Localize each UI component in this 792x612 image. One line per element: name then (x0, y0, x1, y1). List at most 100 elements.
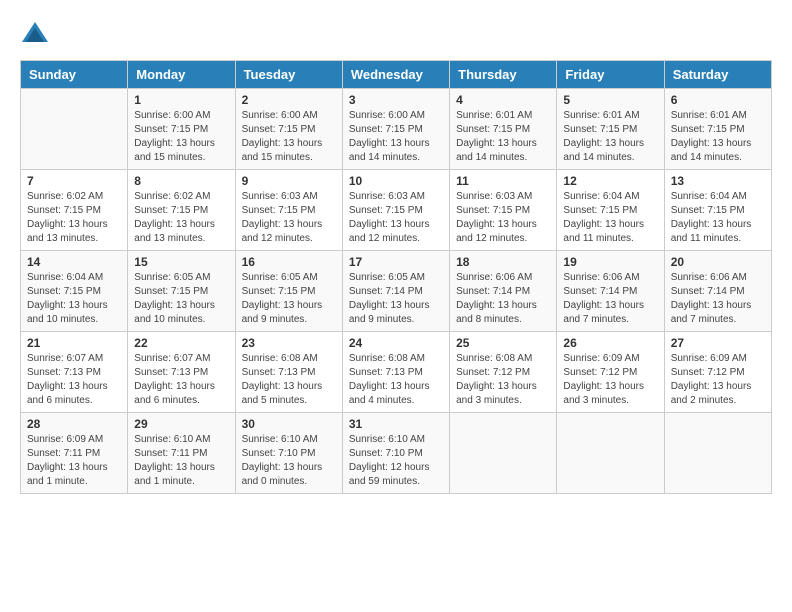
day-number: 1 (134, 93, 228, 107)
day-number: 14 (27, 255, 121, 269)
day-number: 23 (242, 336, 336, 350)
day-info: Sunrise: 6:06 AM Sunset: 7:14 PM Dayligh… (456, 271, 550, 327)
calendar-cell: 12 Sunrise: 6:04 AM Sunset: 7:15 PM Dayli… (557, 170, 664, 251)
calendar-cell: 28Sunrise: 6:09 AM Sunset: 7:11 PM Dayli… (21, 413, 128, 494)
day-info: Sunrise: 6:09 AM Sunset: 7:12 PM Dayligh… (671, 352, 765, 408)
calendar-cell (664, 413, 771, 494)
day-number: 2 (242, 93, 336, 107)
day-info: Sunrise: 6:06 AM Sunset: 7:14 PM Dayligh… (671, 271, 765, 327)
day-info: Sunrise: 6:03 AM Sunset: 7:15 PM Dayligh… (349, 190, 443, 246)
calendar-cell: 17Sunrise: 6:05 AM Sunset: 7:14 PM Dayli… (342, 251, 449, 332)
page-header (20, 20, 772, 50)
day-info: Sunrise: 6:07 AM Sunset: 7:13 PM Dayligh… (27, 352, 121, 408)
calendar-cell: 23 Sunrise: 6:08 AM Sunset: 7:13 PM Dayli… (235, 332, 342, 413)
day-info: Sunrise: 6:04 AM Sunset: 7:15 PM Dayligh… (27, 271, 121, 327)
calendar-cell: 31 Sunrise: 6:10 AM Sunset: 7:10 PM Dayli… (342, 413, 449, 494)
week-row-4: 21 Sunrise: 6:07 AM Sunset: 7:13 PM Dayli… (21, 332, 772, 413)
column-header-wednesday: Wednesday (342, 61, 449, 89)
day-info: Sunrise: 6:01 AM Sunset: 7:15 PM Dayligh… (456, 109, 550, 165)
day-number: 22 (134, 336, 228, 350)
day-info: Sunrise: 6:03 AM Sunset: 7:15 PM Dayligh… (242, 190, 336, 246)
column-header-saturday: Saturday (664, 61, 771, 89)
calendar-cell: 29 Sunrise: 6:10 AM Sunset: 7:11 PM Dayli… (128, 413, 235, 494)
day-info: Sunrise: 6:10 AM Sunset: 7:11 PM Dayligh… (134, 433, 228, 489)
calendar-cell: 24 Sunrise: 6:08 AM Sunset: 7:13 PM Dayli… (342, 332, 449, 413)
week-row-2: 7 Sunrise: 6:02 AM Sunset: 7:15 PM Daylig… (21, 170, 772, 251)
column-header-friday: Friday (557, 61, 664, 89)
calendar-cell: 30 Sunrise: 6:10 AM Sunset: 7:10 PM Dayli… (235, 413, 342, 494)
calendar-cell (557, 413, 664, 494)
day-number: 9 (242, 174, 336, 188)
day-info: Sunrise: 6:02 AM Sunset: 7:15 PM Dayligh… (134, 190, 228, 246)
day-number: 5 (563, 93, 657, 107)
calendar-cell: 4 Sunrise: 6:01 AM Sunset: 7:15 PM Daylig… (450, 89, 557, 170)
calendar-cell: 6 Sunrise: 6:01 AM Sunset: 7:15 PM Daylig… (664, 89, 771, 170)
day-number: 27 (671, 336, 765, 350)
column-header-sunday: Sunday (21, 61, 128, 89)
calendar-cell: 9 Sunrise: 6:03 AM Sunset: 7:15 PM Daylig… (235, 170, 342, 251)
calendar-cell: 1 Sunrise: 6:00 AM Sunset: 7:15 PM Daylig… (128, 89, 235, 170)
day-number: 3 (349, 93, 443, 107)
calendar-cell: 7Sunrise: 6:02 AM Sunset: 7:15 PM Daylig… (21, 170, 128, 251)
column-header-monday: Monday (128, 61, 235, 89)
day-info: Sunrise: 6:00 AM Sunset: 7:15 PM Dayligh… (349, 109, 443, 165)
day-number: 19 (563, 255, 657, 269)
day-number: 18 (456, 255, 550, 269)
day-info: Sunrise: 6:09 AM Sunset: 7:11 PM Dayligh… (27, 433, 121, 489)
calendar-table: SundayMondayTuesdayWednesdayThursdayFrid… (20, 60, 772, 494)
calendar-cell: 8 Sunrise: 6:02 AM Sunset: 7:15 PM Daylig… (128, 170, 235, 251)
day-info: Sunrise: 6:05 AM Sunset: 7:15 PM Dayligh… (242, 271, 336, 327)
calendar-cell: 13Sunrise: 6:04 AM Sunset: 7:15 PM Dayli… (664, 170, 771, 251)
column-header-tuesday: Tuesday (235, 61, 342, 89)
week-row-3: 14 Sunrise: 6:04 AM Sunset: 7:15 PM Dayli… (21, 251, 772, 332)
day-info: Sunrise: 6:06 AM Sunset: 7:14 PM Dayligh… (563, 271, 657, 327)
calendar-cell: 3 Sunrise: 6:00 AM Sunset: 7:15 PM Daylig… (342, 89, 449, 170)
day-number: 7 (27, 174, 121, 188)
day-info: Sunrise: 6:00 AM Sunset: 7:15 PM Dayligh… (242, 109, 336, 165)
day-number: 29 (134, 417, 228, 431)
day-number: 30 (242, 417, 336, 431)
day-number: 8 (134, 174, 228, 188)
day-number: 15 (134, 255, 228, 269)
day-info: Sunrise: 6:05 AM Sunset: 7:14 PM Dayligh… (349, 271, 443, 327)
day-number: 26 (563, 336, 657, 350)
logo (20, 20, 54, 50)
calendar-cell: 14 Sunrise: 6:04 AM Sunset: 7:15 PM Dayli… (21, 251, 128, 332)
logo-icon (20, 20, 50, 50)
day-number: 10 (349, 174, 443, 188)
day-info: Sunrise: 6:01 AM Sunset: 7:15 PM Dayligh… (671, 109, 765, 165)
day-info: Sunrise: 6:00 AM Sunset: 7:15 PM Dayligh… (134, 109, 228, 165)
day-info: Sunrise: 6:08 AM Sunset: 7:13 PM Dayligh… (349, 352, 443, 408)
week-row-5: 28Sunrise: 6:09 AM Sunset: 7:11 PM Dayli… (21, 413, 772, 494)
calendar-cell: 15 Sunrise: 6:05 AM Sunset: 7:15 PM Dayli… (128, 251, 235, 332)
day-info: Sunrise: 6:08 AM Sunset: 7:12 PM Dayligh… (456, 352, 550, 408)
day-number: 25 (456, 336, 550, 350)
calendar-cell: 10 Sunrise: 6:03 AM Sunset: 7:15 PM Dayli… (342, 170, 449, 251)
calendar-cell: 26 Sunrise: 6:09 AM Sunset: 7:12 PM Dayli… (557, 332, 664, 413)
calendar-cell: 20Sunrise: 6:06 AM Sunset: 7:14 PM Dayli… (664, 251, 771, 332)
day-number: 21 (27, 336, 121, 350)
day-info: Sunrise: 6:09 AM Sunset: 7:12 PM Dayligh… (563, 352, 657, 408)
day-number: 24 (349, 336, 443, 350)
week-row-1: 1 Sunrise: 6:00 AM Sunset: 7:15 PM Daylig… (21, 89, 772, 170)
calendar-cell: 25 Sunrise: 6:08 AM Sunset: 7:12 PM Dayli… (450, 332, 557, 413)
calendar-cell (21, 89, 128, 170)
calendar-cell: 11 Sunrise: 6:03 AM Sunset: 7:15 PM Dayli… (450, 170, 557, 251)
day-number: 4 (456, 93, 550, 107)
day-info: Sunrise: 6:05 AM Sunset: 7:15 PM Dayligh… (134, 271, 228, 327)
day-info: Sunrise: 6:04 AM Sunset: 7:15 PM Dayligh… (563, 190, 657, 246)
calendar-header-row: SundayMondayTuesdayWednesdayThursdayFrid… (21, 61, 772, 89)
day-info: Sunrise: 6:10 AM Sunset: 7:10 PM Dayligh… (349, 433, 443, 489)
calendar-cell: 27 Sunrise: 6:09 AM Sunset: 7:12 PM Dayli… (664, 332, 771, 413)
day-info: Sunrise: 6:03 AM Sunset: 7:15 PM Dayligh… (456, 190, 550, 246)
day-number: 11 (456, 174, 550, 188)
day-number: 16 (242, 255, 336, 269)
calendar-cell: 5Sunrise: 6:01 AM Sunset: 7:15 PM Daylig… (557, 89, 664, 170)
calendar-cell (450, 413, 557, 494)
day-number: 31 (349, 417, 443, 431)
calendar-cell: 19 Sunrise: 6:06 AM Sunset: 7:14 PM Dayli… (557, 251, 664, 332)
day-number: 12 (563, 174, 657, 188)
day-number: 6 (671, 93, 765, 107)
day-info: Sunrise: 6:10 AM Sunset: 7:10 PM Dayligh… (242, 433, 336, 489)
day-info: Sunrise: 6:08 AM Sunset: 7:13 PM Dayligh… (242, 352, 336, 408)
